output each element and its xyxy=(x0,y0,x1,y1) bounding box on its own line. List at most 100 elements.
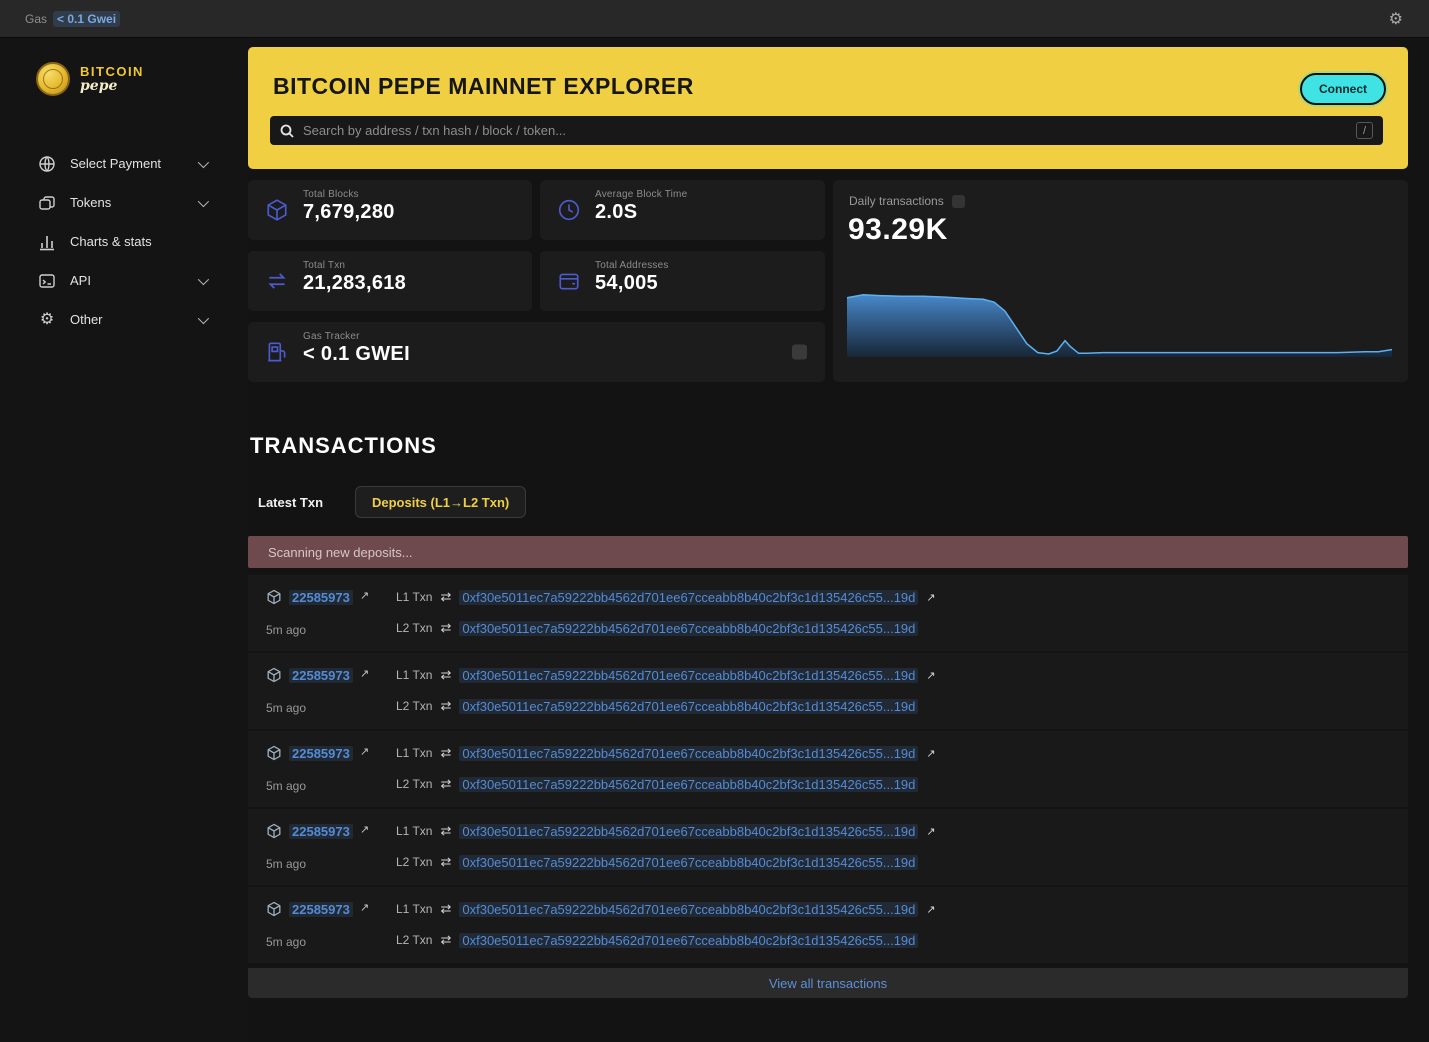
stat-value: 7,679,280 xyxy=(303,201,395,224)
sidebar-item-charts-stats[interactable]: Charts & stats xyxy=(0,222,248,261)
l1-txn-label: L1 Txn xyxy=(396,668,432,682)
sidebar-item-label: Select Payment xyxy=(70,156,161,171)
stat-card-total-blocks: Total Blocks 7,679,280 xyxy=(248,180,532,240)
cube-icon xyxy=(265,198,289,222)
scanning-banner-text: Scanning new deposits... xyxy=(268,545,413,560)
external-link-icon[interactable]: ↗ xyxy=(926,669,935,682)
swap-icon: ⇄ xyxy=(440,854,451,870)
external-link-icon[interactable]: ↗ xyxy=(926,903,935,916)
brand-logo[interactable]: BITCOIN pepe xyxy=(36,62,248,96)
l1-txn-hash-link[interactable]: 0xf30e5011ec7a59222bb4562d701ee67cceabb8… xyxy=(459,902,918,917)
sidebar-item-select-payment[interactable]: Select Payment xyxy=(0,144,248,183)
search-input[interactable] xyxy=(303,123,1356,138)
transaction-age: 5m ago xyxy=(266,779,306,793)
transaction-row: 22585973 ↗ 5m ago L1 Txn ⇄ 0xf30e5011ec7… xyxy=(248,809,1408,885)
main-content: BITCOIN PEPE MAINNET EXPLORER Connect / … xyxy=(248,38,1408,1042)
external-link-icon[interactable]: ↗ xyxy=(926,747,935,760)
terminal-icon xyxy=(38,272,56,290)
l1-txn-hash-link[interactable]: 0xf30e5011ec7a59222bb4562d701ee67cceabb8… xyxy=(459,590,918,605)
explorer-header-banner: BITCOIN PEPE MAINNET EXPLORER Connect / xyxy=(248,47,1408,169)
block-number-link[interactable]: 22585973 xyxy=(289,824,353,839)
tab-latest-txn[interactable]: Latest Txn xyxy=(258,495,323,510)
swap-icon: ⇄ xyxy=(440,932,451,948)
transactions-footer: View all transactions xyxy=(248,968,1408,998)
block-number-link[interactable]: 22585973 xyxy=(289,902,353,917)
sidebar-item-other[interactable]: ⚙ Other xyxy=(0,300,248,339)
external-link-icon[interactable]: ↗ xyxy=(360,823,369,836)
l2-txn-hash-link[interactable]: 0xf30e5011ec7a59222bb4562d701ee67cceabb8… xyxy=(459,777,918,792)
connect-button[interactable]: Connect xyxy=(1300,73,1386,105)
gas-info-icon[interactable] xyxy=(792,345,807,360)
swap-icon: ⇄ xyxy=(440,589,451,605)
external-link-icon[interactable]: ↗ xyxy=(360,745,369,758)
info-icon[interactable] xyxy=(952,195,965,208)
keyboard-shortcut-hint: / xyxy=(1356,122,1373,139)
gas-label: Gas xyxy=(25,12,47,26)
l2-txn-hash-link[interactable]: 0xf30e5011ec7a59222bb4562d701ee67cceabb8… xyxy=(459,621,918,636)
external-link-icon[interactable]: ↗ xyxy=(360,901,369,914)
swap-icon: ⇄ xyxy=(440,823,451,839)
swap-icon: ⇄ xyxy=(440,901,451,917)
block-cube-icon xyxy=(266,901,282,917)
page-title: BITCOIN PEPE MAINNET EXPLORER xyxy=(273,73,694,100)
stat-card-average-block-time: Average Block Time 2.0S xyxy=(540,180,825,240)
gas-pump-icon xyxy=(265,340,289,364)
chevron-down-icon xyxy=(198,312,209,323)
l2-txn-label: L2 Txn xyxy=(396,621,432,635)
stat-label: Total Blocks xyxy=(303,189,395,200)
sidebar-item-api[interactable]: API xyxy=(0,261,248,300)
top-bar: Gas < 0.1 Gwei ⚙ xyxy=(0,0,1429,38)
transactions-heading: TRANSACTIONS xyxy=(250,433,437,459)
external-link-icon[interactable]: ↗ xyxy=(926,825,935,838)
gas-indicator: Gas < 0.1 Gwei xyxy=(25,11,120,27)
tab-deposits-l1-l2[interactable]: Deposits (L1→L2 Txn) xyxy=(355,486,526,518)
l2-txn-label: L2 Txn xyxy=(396,699,432,713)
stat-label: Total Txn xyxy=(303,260,406,271)
swap-icon: ⇄ xyxy=(440,745,451,761)
chevron-down-icon xyxy=(198,156,209,167)
clock-icon xyxy=(557,198,581,222)
stat-value: 2.0S xyxy=(595,201,687,224)
l1-txn-hash-link[interactable]: 0xf30e5011ec7a59222bb4562d701ee67cceabb8… xyxy=(459,746,918,761)
block-number-link[interactable]: 22585973 xyxy=(289,746,353,761)
sidebar: BITCOIN pepe Select Payment Tokens Chart… xyxy=(0,38,248,1042)
brand-name-line2: pepe xyxy=(80,79,144,93)
brand-name-line1: BITCOIN xyxy=(80,65,144,79)
daily-transactions-card: Daily transactions 93.29K xyxy=(833,180,1408,382)
external-link-icon[interactable]: ↗ xyxy=(360,667,369,680)
l2-txn-hash-link[interactable]: 0xf30e5011ec7a59222bb4562d701ee67cceabb8… xyxy=(459,699,918,714)
stat-card-total-addresses: Total Addresses 54,005 xyxy=(540,251,825,311)
transaction-age: 5m ago xyxy=(266,623,306,637)
bitcoin-pepe-coin-icon xyxy=(36,62,70,96)
swap-icon: ⇄ xyxy=(440,667,451,683)
gear-icon: ⚙ xyxy=(38,311,56,329)
l2-txn-label: L2 Txn xyxy=(396,933,432,947)
transaction-row: 22585973 ↗ 5m ago L1 Txn ⇄ 0xf30e5011ec7… xyxy=(248,887,1408,963)
block-number-link[interactable]: 22585973 xyxy=(289,590,353,605)
l2-txn-label: L2 Txn xyxy=(396,855,432,869)
search-bar[interactable]: / xyxy=(270,116,1383,145)
external-link-icon[interactable]: ↗ xyxy=(926,591,935,604)
l1-txn-label: L1 Txn xyxy=(396,824,432,838)
gas-value[interactable]: < 0.1 Gwei xyxy=(53,11,120,27)
l1-txn-hash-link[interactable]: 0xf30e5011ec7a59222bb4562d701ee67cceabb8… xyxy=(459,824,918,839)
settings-gear-icon[interactable]: ⚙ xyxy=(1389,9,1403,29)
external-link-icon[interactable]: ↗ xyxy=(360,589,369,602)
block-number-link[interactable]: 22585973 xyxy=(289,668,353,683)
sidebar-item-label: Charts & stats xyxy=(70,234,152,249)
view-all-transactions-link[interactable]: View all transactions xyxy=(769,976,887,991)
swap-icon: ⇄ xyxy=(440,620,451,636)
bar-chart-icon xyxy=(38,233,56,251)
swap-icon: ⇄ xyxy=(440,698,451,714)
block-cube-icon xyxy=(266,667,282,683)
swap-arrows-icon xyxy=(265,269,289,293)
daily-transactions-label: Daily transactions xyxy=(849,194,944,208)
l2-txn-hash-link[interactable]: 0xf30e5011ec7a59222bb4562d701ee67cceabb8… xyxy=(459,933,918,948)
sidebar-nav: Select Payment Tokens Charts & stats API… xyxy=(0,144,248,339)
l2-txn-hash-link[interactable]: 0xf30e5011ec7a59222bb4562d701ee67cceabb8… xyxy=(459,855,918,870)
sidebar-item-tokens[interactable]: Tokens xyxy=(0,183,248,222)
stat-card-total-txn: Total Txn 21,283,618 xyxy=(248,251,532,311)
stat-value: 54,005 xyxy=(595,272,669,295)
l1-txn-hash-link[interactable]: 0xf30e5011ec7a59222bb4562d701ee67cceabb8… xyxy=(459,668,918,683)
transaction-age: 5m ago xyxy=(266,935,306,949)
